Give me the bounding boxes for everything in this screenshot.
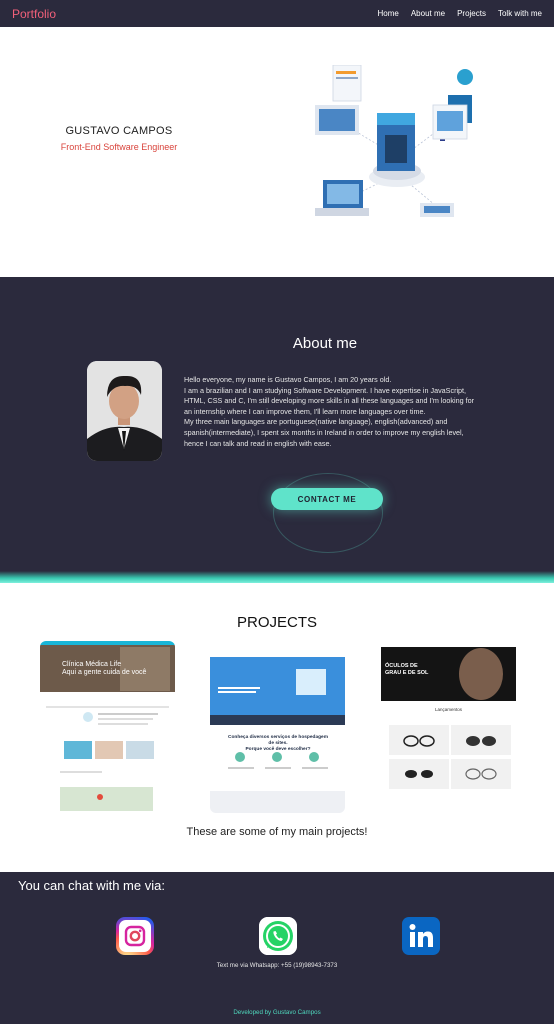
about-paragraph-2: I am a brazilian and I am studying Softw… bbox=[184, 385, 474, 416]
profile-avatar bbox=[87, 361, 162, 461]
nav-link-about[interactable]: About me bbox=[411, 9, 445, 18]
about-section: About me Hello everyone, my name is Gust… bbox=[0, 277, 554, 577]
whatsapp-button[interactable] bbox=[259, 917, 297, 955]
project-3-headline: ÓCULOS DE GRAU E DE SOL bbox=[385, 663, 429, 676]
whatsapp-icon bbox=[259, 917, 297, 955]
instagram-icon bbox=[119, 920, 151, 952]
project-1-headline: Clínica Médica Life bbox=[62, 661, 122, 668]
instagram-button[interactable] bbox=[116, 917, 154, 955]
section-glow-divider bbox=[0, 571, 554, 583]
nav-link-talk[interactable]: Tolk with me bbox=[498, 9, 542, 18]
linkedin-button[interactable] bbox=[402, 917, 440, 955]
project-card-hosting[interactable]: Conheça diversos serviços de hospedagem … bbox=[210, 641, 345, 813]
project-2-headline: Conheça diversos serviços de hospedagem … bbox=[228, 735, 328, 746]
site-logo[interactable]: Portfolio bbox=[12, 7, 56, 21]
decorative-ring bbox=[273, 473, 383, 553]
about-paragraph-1: Hello everyone, my name is Gustavo Campo… bbox=[184, 375, 392, 384]
project-thumbnail bbox=[210, 641, 345, 813]
hero-role: Front-End Software Engineer bbox=[60, 142, 178, 152]
hero-name: GUSTAVO CAMPOS bbox=[65, 125, 173, 137]
project-card-clinic[interactable]: Clínica Médica Life Aqui a gente cuida d… bbox=[40, 641, 175, 813]
about-title: About me bbox=[292, 335, 358, 352]
project-card-glasses[interactable]: ÓCULOS DE GRAU E DE SOL Lançamentos bbox=[381, 641, 516, 793]
project-3-sub: Lançamentos bbox=[434, 707, 463, 712]
hero-section: GUSTAVO CAMPOS Front-End Software Engine… bbox=[0, 27, 554, 277]
project-1-sub: Aqui a gente cuida de você bbox=[62, 669, 147, 676]
contact-me-button[interactable]: CONTACT ME bbox=[271, 488, 383, 510]
about-paragraph-3: My three main languages are portuguese(n… bbox=[184, 417, 464, 448]
linkedin-icon bbox=[402, 917, 440, 955]
contact-footer: You can chat with me via: Text me via Wh… bbox=[0, 872, 554, 1024]
projects-caption: These are some of my main projects! bbox=[186, 826, 368, 838]
developer-credit: Developed by Gustavo Campos bbox=[233, 1009, 321, 1016]
project-2-sub: Porque você deve escolher? bbox=[245, 747, 311, 752]
projects-title: PROJECTS bbox=[236, 614, 317, 631]
projects-section: PROJECTS Clínica Médica Life Aqui a gent… bbox=[0, 583, 554, 872]
hero-illustration bbox=[315, 65, 473, 217]
chat-title: You can chat with me via: bbox=[18, 878, 165, 893]
about-description: Hello everyone, my name is Gustavo Campo… bbox=[184, 375, 474, 449]
nav-links: Home About me Projects Tolk with me bbox=[377, 9, 542, 18]
profile-photo bbox=[87, 361, 162, 461]
nav-link-home[interactable]: Home bbox=[377, 9, 398, 18]
nav-link-projects[interactable]: Projects bbox=[457, 9, 486, 18]
whatsapp-number-text: Text me via Whatsapp: +55 (19)98943-7373 bbox=[216, 962, 338, 969]
top-navbar: Portfolio Home About me Projects Tolk wi… bbox=[0, 0, 554, 27]
